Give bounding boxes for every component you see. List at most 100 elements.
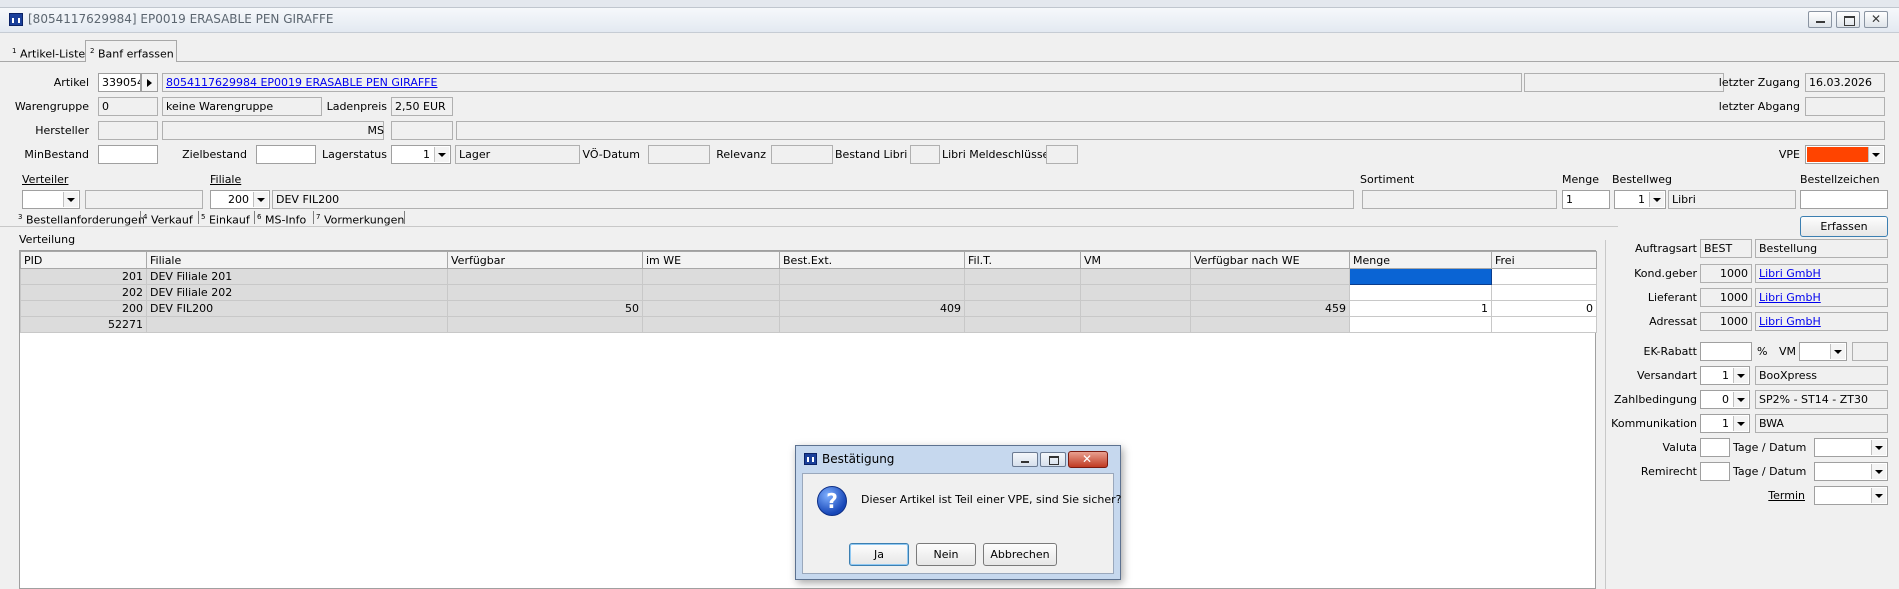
tab-artikel-liste[interactable]: 1 Artikel-Liste [12, 43, 85, 63]
table-cell-frei[interactable] [1491, 268, 1597, 285]
adressat-link[interactable]: Libri GmbH [1759, 315, 1821, 328]
table-row[interactable]: 202 DEV Filiale 202 [20, 284, 1597, 301]
ja-button[interactable]: Ja [849, 543, 909, 566]
dialog-minimize-button[interactable] [1012, 452, 1038, 467]
ek-rabatt-field[interactable] [1700, 342, 1752, 361]
chevron-down-icon [1871, 464, 1886, 479]
valuta-date-select[interactable] [1814, 438, 1888, 457]
table-cell-menge[interactable]: 1 [1349, 300, 1492, 317]
filiale-label: Filiale [210, 173, 242, 186]
artikel-nr-field[interactable]: 339054 [98, 73, 141, 92]
column-header[interactable]: Filiale [146, 251, 448, 269]
vpe-color-swatch [1807, 147, 1868, 162]
vpe-select[interactable] [1805, 145, 1885, 164]
bestellzeichen-label: Bestellzeichen [1800, 173, 1880, 186]
adressat-link-field[interactable]: Libri GmbH [1755, 312, 1888, 331]
table-cell [642, 316, 780, 333]
remirecht-date-select[interactable] [1814, 462, 1888, 481]
kondgeber-link[interactable]: Libri GmbH [1759, 267, 1821, 280]
erfassen-button[interactable]: Erfassen [1800, 216, 1888, 237]
tab-divider [404, 211, 405, 224]
table-cell [779, 284, 965, 301]
chevron-down-icon [1830, 344, 1845, 359]
zielbestand-field[interactable] [256, 145, 316, 164]
artikel-title-field[interactable]: 8054117629984 EP0019 ERASABLE PEN GIRAFF… [162, 73, 1522, 92]
verteiler-label: Verteiler [22, 173, 69, 186]
lieferant-link[interactable]: Libri GmbH [1759, 291, 1821, 304]
column-header[interactable]: im WE [642, 251, 780, 269]
maximize-button[interactable] [1836, 11, 1860, 28]
column-header[interactable]: Menge [1349, 251, 1492, 269]
letzter-abgang-label: letzter Abgang [1718, 100, 1800, 113]
kondgeber-link-field[interactable]: Libri GmbH [1755, 264, 1888, 283]
table-cell-frei[interactable]: 0 [1491, 300, 1597, 317]
adressat-nr-field[interactable]: 1000 [1700, 312, 1752, 331]
table-cell-filiale: DEV FIL200 [146, 300, 448, 317]
table-cell-frei[interactable] [1491, 284, 1597, 301]
zahlbedingung-select[interactable]: 0 [1700, 390, 1750, 409]
kommunikation-select[interactable]: 1 [1700, 414, 1750, 433]
table-cell-pid: 201 [20, 268, 147, 285]
menge-field[interactable]: 1 [1562, 190, 1610, 209]
verteiler-select[interactable] [22, 190, 80, 209]
letzter-zugang-field: 16.03.2026 [1805, 73, 1885, 92]
vm-select[interactable] [1799, 342, 1847, 361]
vm-extra-field [1852, 342, 1888, 361]
table-row[interactable]: 52271 [20, 316, 1597, 333]
zielbestand-label: Zielbestand [182, 148, 247, 161]
verteilung-table: PID Filiale Verfügbar im WE Best.Ext. Fi… [20, 251, 1597, 333]
warengruppe-nr-field[interactable]: 0 [98, 97, 158, 116]
lieferant-link-field[interactable]: Libri GmbH [1755, 288, 1888, 307]
chevron-down-icon [1733, 416, 1748, 431]
table-cell-menge[interactable] [1349, 284, 1492, 301]
dialog-close-button[interactable]: ✕ [1068, 451, 1108, 468]
lieferant-nr-field[interactable]: 1000 [1700, 288, 1752, 307]
table-row[interactable]: 201 DEV Filiale 201 [20, 268, 1597, 285]
column-header[interactable]: Best.Ext. [779, 251, 965, 269]
column-header[interactable]: Verfügbar [447, 251, 643, 269]
chevron-down-icon [434, 147, 449, 162]
table-cell-pid: 200 [20, 300, 147, 317]
bestellzeichen-field[interactable] [1800, 190, 1888, 209]
dialog-message: Dieser Artikel ist Teil einer VPE, sind … [861, 493, 1122, 506]
table-cell-menge[interactable] [1349, 316, 1492, 333]
lagerstatus-select[interactable]: 1 [391, 145, 451, 164]
ms-nr-field[interactable] [391, 121, 453, 140]
column-header[interactable]: VM [1080, 251, 1191, 269]
column-header[interactable]: Frei [1491, 251, 1597, 269]
table-cell [964, 300, 1081, 317]
nein-button[interactable]: Nein [916, 543, 976, 566]
artikel-nav-button[interactable] [141, 73, 158, 92]
table-cell [1190, 284, 1350, 301]
close-icon: ✕ [1082, 452, 1093, 466]
table-cell [779, 316, 965, 333]
column-header[interactable]: PID [20, 251, 147, 269]
chevron-down-icon [1733, 392, 1748, 407]
column-header[interactable]: Verfügbar nach WE [1190, 251, 1350, 269]
table-cell-menge-selected[interactable] [1349, 268, 1492, 285]
artikel-title-link[interactable]: 8054117629984 EP0019 ERASABLE PEN GIRAFF… [166, 76, 437, 89]
table-header-row: PID Filiale Verfügbar im WE Best.Ext. Fi… [20, 251, 1597, 269]
minbestand-field[interactable] [98, 145, 158, 164]
filiale-select[interactable]: 200 [210, 190, 270, 209]
close-button[interactable]: ✕ [1864, 11, 1888, 28]
app-icon [9, 13, 23, 26]
bestellweg-select[interactable]: 1 [1614, 190, 1666, 209]
termin-select[interactable] [1814, 486, 1888, 505]
dialog-body: ? Dieser Artikel ist Teil einer VPE, sin… [802, 473, 1122, 574]
column-header[interactable]: Fil.T. [964, 251, 1081, 269]
voedatum-field [648, 145, 710, 164]
table-cell-frei[interactable] [1491, 316, 1597, 333]
minimize-button[interactable] [1808, 11, 1832, 28]
table-row[interactable]: 200 DEV FIL200 50 409 459 1 0 [20, 300, 1597, 317]
lieferant-label: Lieferant [1647, 291, 1697, 304]
voedatum-label: VÖ-Datum [582, 148, 640, 161]
remirecht-field[interactable] [1700, 462, 1730, 481]
versandart-select[interactable]: 1 [1700, 366, 1750, 385]
hersteller-nr-field[interactable] [98, 121, 158, 140]
table-cell [1190, 268, 1350, 285]
valuta-field[interactable] [1700, 438, 1730, 457]
dialog-maximize-button[interactable] [1040, 452, 1066, 467]
kondgeber-nr-field[interactable]: 1000 [1700, 264, 1752, 283]
abbrechen-button[interactable]: Abbrechen [983, 543, 1057, 566]
